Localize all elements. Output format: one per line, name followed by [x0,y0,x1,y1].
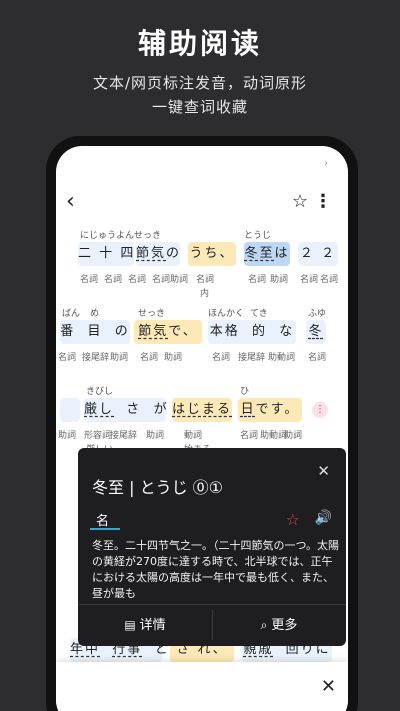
ruby-line: にじゅうよんせっき とうじ [56,228,348,241]
more-button[interactable]: ⌕ 更多 [212,606,346,644]
pos-line: 名詞 接尾辞 助詞 名詞 助詞 名詞 接尾辞 助動詞 名詞 [58,353,327,363]
token[interactable]: 節気の [136,242,180,266]
reading-row-1: にじゅうよんせっき とうじ 二 十 四 節気の うち、 冬至は ２ ２ 名詞 名… [56,228,348,318]
token-selected[interactable]: 冬至は [244,242,290,266]
token[interactable]: ２ ２ [298,242,338,266]
ruby-text: にじゅうよんせっき [80,231,162,241]
more-icon[interactable]: ⋮ [314,190,332,214]
promo-subtitle-1: 文本/网页标注发音，动词原形 [92,74,308,92]
token-highlight[interactable]: 節気で、 [134,320,202,344]
back-icon[interactable]: ‹ [66,190,75,214]
star-icon[interactable]: ☆ [292,190,308,214]
token-highlight[interactable]: はじまる [172,398,232,422]
more-options-icon[interactable]: ⋮ [312,402,328,418]
ruby-line: ばん め せっき ほんかく てき ふゆ [62,309,327,319]
token[interactable]: 二 十 四 [78,242,134,266]
popup-definition: 冬至。二十四节气之一。（二十四節気の一つ。太陽の黄経が270度に達する時で、北半… [92,539,340,600]
ruby-text: とうじ [244,231,272,241]
token[interactable]: 厳し さ が [84,398,167,422]
ruby-line: きびし ひ [86,387,250,397]
token-highlight[interactable]: 日です。 [238,398,302,422]
divider [78,604,346,605]
phone-frame: › ‹ ☆ ⋮ にじゅうよんせっき とうじ 二 十 四 節気の うち、 冬至は [46,136,358,711]
promo-subtitle-2: 一键查词收藏 [151,98,248,116]
pos-line: 名詞 名詞 名詞 名詞 助詞 名詞 内 名詞 助詞 名詞 名詞 [80,275,339,299]
popup-headword: 冬至 | とうじ ⓪① [92,478,223,497]
phone-screen: › ‹ ☆ ⋮ にじゅうよんせっき とうじ 二 十 四 節気の うち、 冬至は [56,146,348,711]
token[interactable]: 番 目 の [60,320,130,344]
token[interactable]: 本格 的 な [208,320,296,344]
detail-button[interactable]: ▤ 详情 [78,606,212,644]
favorite-star-icon[interactable]: ☆ [286,510,300,529]
reader-toolbar: ‹ ☆ ⋮ [56,190,348,216]
token-highlight[interactable]: うち、 [188,242,236,266]
camera-icon: › [324,158,328,169]
speaker-icon[interactable]: 🔊 [315,510,332,526]
detail-icon: ▤ [124,618,136,632]
bottom-sheet: ✕ [56,662,348,711]
pos-tab-underline [90,528,120,530]
reading-row-2: ばん め せっき ほんかく てき ふゆ 番 目 の 節気で、 本格 的 な 冬 … [56,306,348,396]
popup-pos-tab[interactable]: 名 [96,510,109,529]
close-icon[interactable]: ✕ [321,676,336,697]
dictionary-popup: 冬至 | とうじ ⓪① ✕ 名 ☆ 🔊 冬至。二十四节气之一。（二十四節気の一つ… [78,448,346,646]
token[interactable]: 冬 [306,320,326,344]
token[interactable] [60,398,80,422]
pos-line: 助詞 形容詞 接尾辞 助詞 動詞 名詞 助動詞 助詞 厳しい 始まる [58,431,303,455]
close-icon[interactable]: ✕ [317,462,330,480]
promo-title: 辅助阅读 [137,27,262,60]
search-icon: ⌕ [260,618,268,632]
